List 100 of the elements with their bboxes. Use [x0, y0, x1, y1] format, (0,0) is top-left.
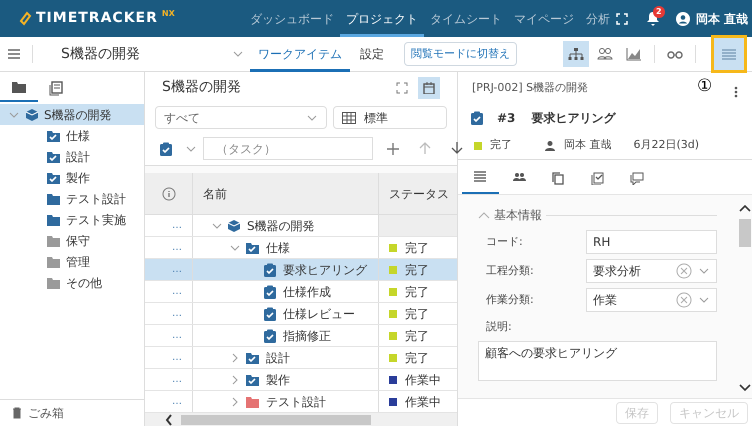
menu-icon[interactable]: [8, 49, 20, 59]
tree-item[interactable]: 管理: [0, 251, 144, 272]
hierarchy-icon: [568, 47, 584, 61]
list-icon: [721, 47, 737, 61]
checked-folder-icon: [245, 240, 260, 254]
table-row[interactable]: … S機器の開発: [145, 215, 457, 237]
more-link[interactable]: …: [172, 240, 182, 255]
copy-icon: [552, 172, 566, 184]
checked-folder-icon: [46, 128, 61, 142]
scroll-up-icon[interactable]: [738, 205, 750, 213]
person-icon: [544, 140, 556, 152]
table-row[interactable]: … 仕様 完了: [145, 237, 457, 259]
nav-tab[interactable]: マイページ: [508, 0, 580, 37]
view-select[interactable]: 標準: [333, 106, 447, 129]
table-row[interactable]: … 指摘修正 完了: [145, 325, 457, 347]
people-icon: [597, 47, 613, 61]
toolbar-tab[interactable]: 設定: [352, 36, 392, 72]
input-field[interactable]: RH: [586, 230, 717, 254]
column-header[interactable]: ステータス: [379, 173, 457, 214]
filter-select[interactable]: すべて: [155, 106, 327, 129]
table-row[interactable]: … 要求ヒアリング 完了: [145, 259, 457, 281]
arrow-down-icon[interactable]: [451, 142, 463, 155]
more-link[interactable]: …: [172, 284, 182, 299]
table-row[interactable]: … テスト設計 作業中: [145, 391, 457, 413]
more-vertical-icon[interactable]: [734, 86, 738, 98]
tree-item[interactable]: テスト設計: [0, 188, 144, 209]
scrollbar-thumb[interactable]: [738, 219, 750, 247]
item-title: 要求ヒアリング: [531, 110, 616, 127]
tree-item[interactable]: 設計: [0, 146, 144, 167]
annotation-number: ①: [697, 75, 712, 98]
table-row[interactable]: … 仕様作成 完了: [145, 281, 457, 303]
tree-item[interactable]: 製作: [0, 167, 144, 188]
scrollbar-thumb[interactable]: [181, 415, 371, 425]
clipboard-check-icon: [470, 111, 484, 125]
grid-icon: [342, 112, 356, 124]
select-field[interactable]: 作業: [586, 288, 717, 312]
project-select[interactable]: S機器の開発: [33, 39, 248, 69]
view-button[interactable]: [714, 38, 744, 70]
clipboard-check-icon: [263, 328, 277, 342]
item-name: 仕様レビュー: [283, 306, 355, 322]
clipboard-check-icon: [263, 306, 277, 320]
table-row[interactable]: … 設計 完了: [145, 347, 457, 369]
description-field[interactable]: 顧客への要求ヒアリング: [478, 340, 717, 380]
status-text: 完了: [405, 240, 429, 256]
cube-icon: [25, 108, 39, 122]
checked-folder-icon: [245, 350, 260, 364]
status-text: 作業中: [405, 372, 441, 388]
assignee-name: 岡本 直哉: [564, 137, 612, 154]
mode-button[interactable]: 閲覧モードに切替え: [404, 42, 517, 66]
user-icon[interactable]: [676, 12, 690, 26]
item-name: 仕様作成: [283, 284, 331, 300]
select-field[interactable]: 要求分析: [586, 259, 717, 283]
table-row[interactable]: … 製作 作業中: [145, 369, 457, 391]
item-name: S機器の開発: [247, 218, 315, 234]
status-text: 完了: [405, 306, 429, 322]
tree-item[interactable]: 保守: [0, 230, 144, 251]
status-text: 作業中: [405, 394, 441, 410]
more-link[interactable]: …: [172, 328, 182, 343]
nav-tab[interactable]: 分析: [580, 0, 616, 37]
trash-link[interactable]: ごみ箱: [28, 404, 64, 422]
field-label: 説明:: [485, 319, 513, 335]
nav-tab[interactable]: タイムシート: [424, 0, 508, 37]
nav-tab[interactable]: ダッシュボード: [244, 0, 340, 37]
task-input[interactable]: （タスク）: [203, 137, 373, 160]
logo-suffix: NX: [162, 8, 175, 20]
tree-item[interactable]: テスト実施: [0, 209, 144, 230]
nav-tab[interactable]: プロジェクト: [340, 0, 424, 37]
scroll-down-icon[interactable]: [738, 384, 750, 392]
logo-text: TIMETRACKER: [36, 9, 158, 28]
item-name: テスト設計: [266, 394, 326, 410]
more-link[interactable]: …: [172, 306, 182, 321]
list-title: S機器の開発: [162, 78, 242, 97]
item-name: 製作: [266, 372, 290, 388]
fullscreen-icon[interactable]: [396, 82, 408, 94]
notification-badge: 2: [652, 6, 665, 18]
status-text: 完了: [405, 284, 429, 300]
trash-icon: [12, 407, 22, 419]
more-link[interactable]: …: [172, 350, 182, 365]
more-link[interactable]: …: [172, 218, 182, 233]
item-name: 指摘修正: [283, 328, 331, 344]
table-row[interactable]: … 仕様レビュー 完了: [145, 303, 457, 325]
calendar-button[interactable]: [418, 76, 440, 98]
folder-icon: [11, 80, 27, 94]
tree-item[interactable]: その他: [0, 272, 144, 293]
column-header[interactable]: 名前: [193, 173, 379, 214]
tree-item[interactable]: 仕様: [0, 125, 144, 146]
checked-folder-icon: [46, 150, 61, 164]
view-button[interactable]: [563, 41, 589, 67]
lines-icon: [474, 170, 488, 184]
status-text: 完了: [405, 328, 429, 344]
tree-item[interactable]: S機器の開発: [0, 104, 144, 125]
more-link[interactable]: …: [172, 372, 182, 387]
scroll-left-icon[interactable]: [165, 414, 173, 426]
more-link[interactable]: …: [172, 394, 182, 409]
plus-icon[interactable]: [387, 142, 399, 154]
user-name[interactable]: 岡本 直哉: [696, 10, 748, 28]
item-name: 要求ヒアリング: [283, 262, 367, 278]
calendar-icon: [423, 82, 435, 94]
comment-icon: [630, 172, 644, 184]
due-date: 6月22日(3d): [634, 137, 700, 154]
